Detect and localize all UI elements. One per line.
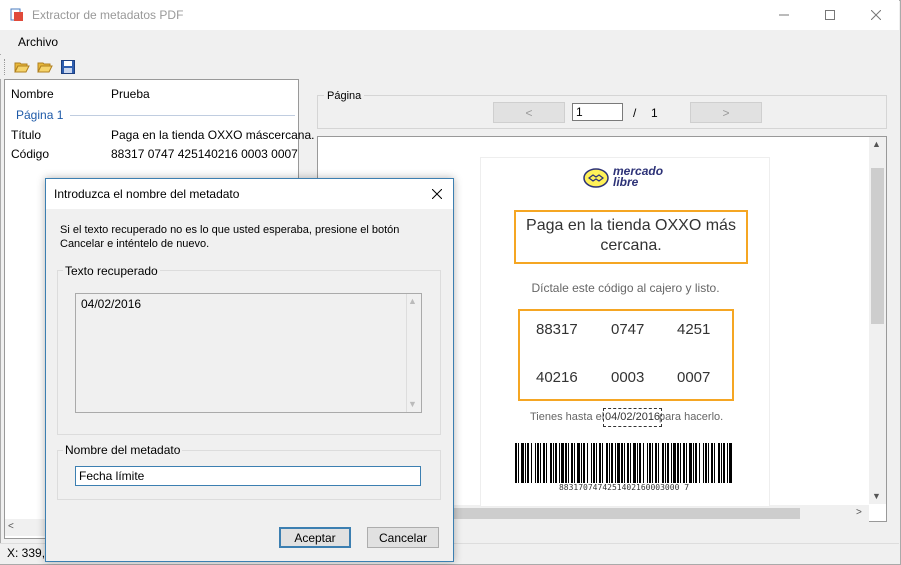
open-button[interactable] [13, 58, 31, 76]
list-item-name[interactable]: Código [11, 147, 49, 161]
scroll-up-arrow-icon[interactable]: ▲ [872, 139, 881, 149]
toolbar-grip[interactable] [4, 59, 6, 75]
open-multiple-button[interactable] [36, 58, 54, 76]
close-icon [871, 10, 881, 20]
scroll-right-arrow-icon[interactable]: > [856, 507, 862, 518]
deadline-suffix: para hacerlo. [659, 411, 724, 423]
metadata-name-label: Nombre del metadato [63, 443, 183, 457]
code-number: 0007 [677, 369, 711, 386]
total-pages: 1 [651, 106, 658, 120]
scroll-down-arrow-icon[interactable]: ▼ [408, 399, 417, 409]
scroll-down-arrow-icon[interactable]: ▼ [872, 491, 881, 501]
open-folder-icon [37, 62, 53, 73]
minimize-button[interactable] [761, 0, 807, 30]
menu-bar [0, 30, 899, 54]
group-divider [70, 115, 295, 116]
code-number: 0747 [611, 321, 645, 338]
close-window-button[interactable] [853, 0, 899, 30]
document-instruction: Díctale este código al cajero y listo. [531, 281, 720, 295]
page-separator: / [633, 106, 637, 120]
list-item-value[interactable]: Paga en la tienda OXXO máscercana. [111, 128, 314, 142]
dialog-close-button[interactable] [424, 183, 450, 205]
maximize-button[interactable] [807, 0, 853, 30]
deadline-prefix: Tienes hasta el [530, 411, 605, 423]
dialog-message: Si el texto recuperado no es lo que uste… [60, 224, 400, 250]
app-icon [10, 8, 24, 22]
page-group-label: Página [324, 90, 365, 102]
group-header-page[interactable]: Página 1 [16, 108, 63, 122]
cancel-button[interactable]: Cancelar [367, 527, 439, 548]
minimize-icon [779, 14, 789, 16]
code-number: 0003 [611, 369, 645, 386]
close-icon [432, 189, 442, 199]
metadata-name-input[interactable]: Fecha límite [75, 466, 421, 486]
code-number: 88317 [536, 321, 578, 338]
preview-vertical-thumb[interactable] [871, 168, 884, 324]
barcode-image [515, 443, 733, 483]
column-header-name[interactable]: Nombre [11, 87, 54, 101]
recovered-text-label: Texto recuperado [63, 264, 160, 278]
maximize-icon [825, 10, 835, 20]
scroll-up-arrow-icon[interactable]: ▲ [408, 296, 417, 306]
list-item-value[interactable]: 88317 0747 425140216 0003 0007 [111, 147, 298, 161]
barcode-digits: 8831707474251402160003000 7 [558, 483, 690, 492]
accept-button[interactable]: Aceptar [279, 527, 351, 548]
mercadolibre-logo-icon [583, 167, 609, 189]
toolbar [0, 55, 899, 79]
column-header-value[interactable]: Prueba [111, 87, 150, 101]
document-headline: Paga en la tienda OXXO más cercana. [526, 217, 736, 254]
save-button[interactable] [59, 58, 77, 76]
next-page-button[interactable]: > [690, 102, 762, 123]
recovered-text-field[interactable]: 04/02/2016 [75, 293, 422, 413]
brand-text: libre [613, 175, 639, 189]
open-folder-icon [14, 62, 30, 73]
menu-archivo[interactable]: Archivo [18, 35, 58, 49]
deadline-date-selection[interactable]: 04/02/2016 [603, 408, 663, 427]
save-icon [61, 60, 75, 74]
previous-page-button[interactable]: < [493, 102, 565, 123]
scroll-left-arrow-icon[interactable]: < [8, 521, 14, 532]
window-title: Extractor de metadatos PDF [32, 8, 184, 22]
current-page-input[interactable]: 1 [572, 103, 623, 121]
recovered-text-scrollbar[interactable] [406, 294, 421, 412]
code-number: 4251 [677, 321, 711, 338]
dialog-title: Introduzca el nombre del metadato [54, 187, 240, 201]
code-number: 40216 [536, 369, 578, 386]
list-item-name[interactable]: Título [11, 128, 41, 142]
